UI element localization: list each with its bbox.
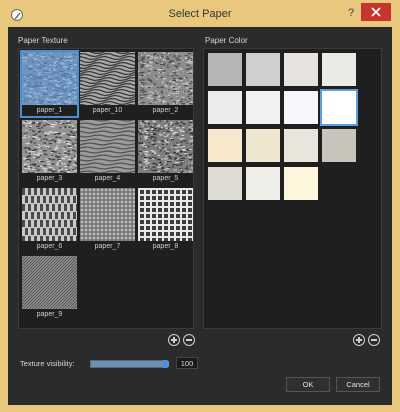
slider-fill xyxy=(91,361,169,367)
paper-color-label: Paper Color xyxy=(205,36,248,45)
texture-thumbnail-paper-1[interactable]: paper_1 xyxy=(20,50,79,118)
color-swatch[interactable] xyxy=(284,167,318,200)
remove-color-button[interactable] xyxy=(368,334,380,346)
close-button[interactable] xyxy=(361,3,391,21)
texture-name: paper_10 xyxy=(92,107,123,114)
dialog-body: Paper Texture paper_1 paper_10 paper_2 pape… xyxy=(8,27,392,405)
texture-name: paper_8 xyxy=(152,243,179,250)
color-swatch[interactable] xyxy=(322,53,356,86)
color-swatch[interactable] xyxy=(246,167,280,200)
texture-thumbnail-paper-2[interactable]: paper_2 xyxy=(138,52,193,116)
texture-thumbnail-paper-10[interactable]: paper_10 xyxy=(80,52,135,116)
color-swatch[interactable] xyxy=(246,53,280,86)
texture-thumbnail-paper-6[interactable]: paper_6 xyxy=(22,188,77,252)
color-swatch[interactable] xyxy=(320,89,358,126)
texture-name: paper_1 xyxy=(36,107,63,114)
color-swatch[interactable] xyxy=(208,53,242,86)
texture-preview xyxy=(138,188,193,241)
title-bar: Select Paper ? xyxy=(0,0,400,28)
color-swatch[interactable] xyxy=(322,129,356,162)
paper-color-list[interactable] xyxy=(203,48,382,329)
texture-preview xyxy=(80,188,135,241)
cancel-button[interactable]: Cancel xyxy=(336,377,380,392)
texture-thumbnail-paper-3[interactable]: paper_3 xyxy=(22,120,77,184)
add-texture-button[interactable] xyxy=(168,334,180,346)
texture-preview xyxy=(22,120,77,173)
texture-preview xyxy=(80,52,135,105)
texture-thumbnail-paper-4[interactable]: paper_4 xyxy=(80,120,135,184)
texture-preview xyxy=(80,120,135,173)
color-swatch[interactable] xyxy=(284,91,318,124)
texture-name: paper_3 xyxy=(36,175,63,182)
ok-button[interactable]: OK xyxy=(286,377,330,392)
color-swatch[interactable] xyxy=(246,129,280,162)
paper-texture-list[interactable]: paper_1 paper_10 paper_2 paper_3 paper_4 pape… xyxy=(18,48,194,329)
color-swatch[interactable] xyxy=(208,129,242,162)
texture-visibility-label: Texture visibility: xyxy=(20,359,75,368)
color-swatch[interactable] xyxy=(246,91,280,124)
color-swatch[interactable] xyxy=(208,167,242,200)
texture-name: paper_7 xyxy=(94,243,121,250)
texture-name: paper_2 xyxy=(152,107,179,114)
texture-preview xyxy=(138,52,193,105)
window-title: Select Paper xyxy=(168,8,232,20)
remove-texture-button[interactable] xyxy=(183,334,195,346)
help-button[interactable]: ? xyxy=(343,5,359,21)
texture-name: paper_9 xyxy=(36,311,63,318)
paper-texture-label: Paper Texture xyxy=(18,36,68,45)
texture-thumbnail-paper-9[interactable]: paper_9 xyxy=(22,256,77,320)
color-swatch[interactable] xyxy=(208,91,242,124)
texture-visibility-slider[interactable] xyxy=(90,360,169,368)
texture-name: paper_6 xyxy=(36,243,63,250)
color-swatch[interactable] xyxy=(284,53,318,86)
texture-preview xyxy=(22,52,77,105)
color-swatch[interactable] xyxy=(284,129,318,162)
texture-preview xyxy=(22,256,77,309)
texture-visibility-value[interactable]: 100 xyxy=(176,357,198,369)
texture-name: paper_4 xyxy=(94,175,121,182)
add-color-button[interactable] xyxy=(353,334,365,346)
texture-thumbnail-paper-8[interactable]: paper_8 xyxy=(138,188,193,252)
slider-handle[interactable] xyxy=(163,360,167,368)
texture-preview xyxy=(138,120,193,173)
texture-thumbnail-paper-7[interactable]: paper_7 xyxy=(80,188,135,252)
select-paper-dialog: Select Paper ? Paper Texture paper_1 pape… xyxy=(0,0,400,412)
texture-thumbnail-paper-5[interactable]: paper_5 xyxy=(138,120,193,184)
texture-preview xyxy=(22,188,77,241)
texture-name: paper_5 xyxy=(152,175,179,182)
close-icon xyxy=(371,7,381,17)
